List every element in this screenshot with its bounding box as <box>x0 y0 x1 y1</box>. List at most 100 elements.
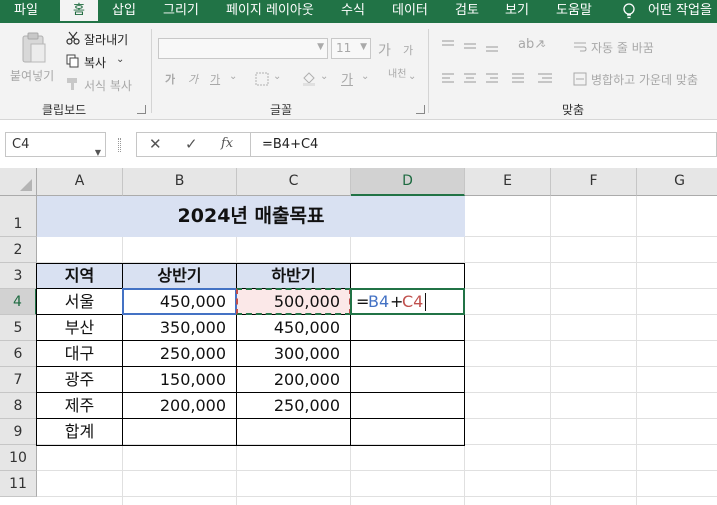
cell-h1-seoul[interactable]: 450,000 <box>123 289 236 314</box>
row-header-7[interactable]: 7 <box>0 367 37 393</box>
column-header-g[interactable]: G <box>637 168 717 196</box>
cell-h1-daegu[interactable]: 250,000 <box>123 341 236 366</box>
cell-region-daegu[interactable]: 대구 <box>37 341 122 366</box>
copy-button[interactable]: 복사 <box>84 54 106 71</box>
underline-button[interactable]: 가 <box>210 71 220 87</box>
fill-color-dropdown-icon[interactable]: ⌄ <box>320 71 328 82</box>
cell-region-gwangju[interactable]: 광주 <box>37 367 122 392</box>
row-header-8[interactable]: 8 <box>0 393 37 419</box>
formula-bar-grip[interactable] <box>118 138 121 152</box>
font-size-value: 11 <box>336 41 352 55</box>
cell-h1-jeju[interactable]: 200,000 <box>123 393 236 418</box>
paste-button-label[interactable]: 붙여넣기 <box>10 67 54 84</box>
tab-insert[interactable]: 삽입 <box>112 0 136 23</box>
paste-icon[interactable] <box>20 31 48 65</box>
format-painter-button[interactable]: 서식 복사 <box>84 77 132 94</box>
clipboard-group-label: 클립보드 <box>42 103 87 117</box>
column-header-a[interactable]: A <box>37 168 123 196</box>
sheet-title-cell[interactable]: 2024년 매출목표 <box>37 196 465 237</box>
tab-home[interactable]: 홈 <box>60 0 98 23</box>
wrap-text-button[interactable]: 자동 줄 바꿈 <box>591 39 654 56</box>
active-cell-d4[interactable]: = B4 + C4 <box>350 288 465 315</box>
phonetic-button[interactable]: 내천 <box>388 70 406 80</box>
row-header-9[interactable]: 9 <box>0 419 37 445</box>
copy-dropdown-chevron-icon[interactable]: ⌄ <box>116 54 124 65</box>
shrink-font-button[interactable]: 가 <box>403 42 413 58</box>
copy-icon[interactable] <box>66 54 80 68</box>
tab-help[interactable]: 도움말 <box>556 0 592 23</box>
cell-h1-busan[interactable]: 350,000 <box>123 315 236 340</box>
column-header-b[interactable]: B <box>123 168 237 196</box>
row-header-10[interactable]: 10 <box>0 445 37 471</box>
merge-center-button[interactable]: 병합하고 가운데 맞춤 <box>591 71 698 88</box>
bold-button[interactable]: 가 <box>165 71 175 87</box>
italic-button[interactable]: 가 <box>188 71 198 87</box>
row-header-6[interactable]: 6 <box>0 341 37 367</box>
header-region[interactable]: 지역 <box>37 264 122 288</box>
font-launcher-icon[interactable] <box>416 105 425 114</box>
format-painter-icon[interactable] <box>66 77 80 91</box>
row-header-4[interactable]: 4 <box>0 289 37 315</box>
tab-view[interactable]: 보기 <box>505 0 529 23</box>
name-box-chevron-icon[interactable]: ▼ <box>95 141 101 164</box>
cut-button[interactable]: 잘라내기 <box>84 31 128 48</box>
borders-dropdown-icon[interactable]: ⌄ <box>273 71 281 82</box>
font-color-button[interactable]: 가 <box>341 69 353 88</box>
cell-h1-gwangju[interactable]: 150,000 <box>123 367 236 392</box>
worksheet-grid[interactable]: A B C D E F G 1 2 3 4 5 6 7 8 9 10 11 20… <box>0 168 717 505</box>
edit-ref-b4: B4 <box>368 292 390 311</box>
header-second-half[interactable]: 하반기 <box>237 264 350 288</box>
column-header-e[interactable]: E <box>465 168 551 196</box>
clipboard-launcher-icon[interactable] <box>137 105 146 114</box>
column-header-c[interactable]: C <box>237 168 351 196</box>
row-header-1[interactable]: 1 <box>0 196 37 237</box>
tab-review[interactable]: 검토 <box>455 0 479 23</box>
insert-function-icon[interactable]: fx <box>221 136 233 151</box>
row-header-2[interactable]: 2 <box>0 237 37 263</box>
borders-icon[interactable] <box>255 72 269 86</box>
cell-region-jeju[interactable]: 제주 <box>37 393 122 418</box>
cell-total-label[interactable]: 합계 <box>37 419 122 445</box>
tab-formulas[interactable]: 수식 <box>341 0 365 23</box>
tab-data[interactable]: 데이터 <box>392 0 428 23</box>
tab-file[interactable]: 파일 <box>14 0 38 23</box>
tab-draw[interactable]: 그리기 <box>163 0 199 23</box>
cell-h2-daegu[interactable]: 300,000 <box>237 341 350 366</box>
column-header-f[interactable]: F <box>551 168 637 196</box>
cell-h2-jeju[interactable]: 250,000 <box>237 393 350 418</box>
underline-dropdown-icon[interactable]: ⌄ <box>229 71 237 82</box>
wrap-text-icon[interactable] <box>573 40 587 54</box>
cell-h2-busan[interactable]: 450,000 <box>237 315 350 340</box>
vertical-align-icons[interactable] <box>440 39 520 53</box>
cell-h2-seoul[interactable]: 500,000 <box>237 289 350 314</box>
header-first-half[interactable]: 상반기 <box>123 264 236 288</box>
cell-region-busan[interactable]: 부산 <box>37 315 122 340</box>
enter-icon[interactable]: ✓ <box>185 135 198 153</box>
font-name-combo[interactable]: ▼ <box>158 38 328 59</box>
font-group-label: 글꼴 <box>270 103 293 117</box>
font-color-dropdown-icon[interactable]: ⌄ <box>361 71 369 82</box>
merge-center-icon[interactable] <box>573 72 587 86</box>
scissors-icon[interactable] <box>66 31 80 45</box>
cell-h2-gwangju[interactable]: 200,000 <box>237 367 350 392</box>
tell-me-search[interactable]: 어떤 작업을 <box>648 0 712 23</box>
row-header-3[interactable]: 3 <box>0 263 37 289</box>
cell-region-seoul[interactable]: 서울 <box>37 289 122 314</box>
formula-input[interactable]: =B4+C4 <box>250 132 717 157</box>
select-all-button[interactable] <box>0 168 37 196</box>
font-name-chevron-icon: ▼ <box>317 42 324 52</box>
row-header-5[interactable]: 5 <box>0 315 37 341</box>
edit-ref-c4: C4 <box>402 292 424 311</box>
tab-page-layout[interactable]: 페이지 레이아웃 <box>226 0 314 23</box>
column-header-d[interactable]: D <box>351 168 465 196</box>
grow-font-button[interactable]: 가 <box>378 40 391 60</box>
font-size-combo[interactable]: 11 ▼ <box>331 38 371 59</box>
formula-bar: C4 ▼ ✕ ✓ fx =B4+C4 <box>0 128 717 161</box>
cancel-icon[interactable]: ✕ <box>149 135 162 153</box>
phonetic-dropdown-icon[interactable]: ⌄ <box>408 71 416 82</box>
name-box[interactable]: C4 ▼ <box>5 132 106 157</box>
row-header-11[interactable]: 11 <box>0 471 37 497</box>
horizontal-align-icons[interactable] <box>440 72 560 86</box>
fill-color-icon[interactable] <box>301 70 317 86</box>
orientation-dropdown-icon[interactable]: ⌄ <box>539 39 547 50</box>
